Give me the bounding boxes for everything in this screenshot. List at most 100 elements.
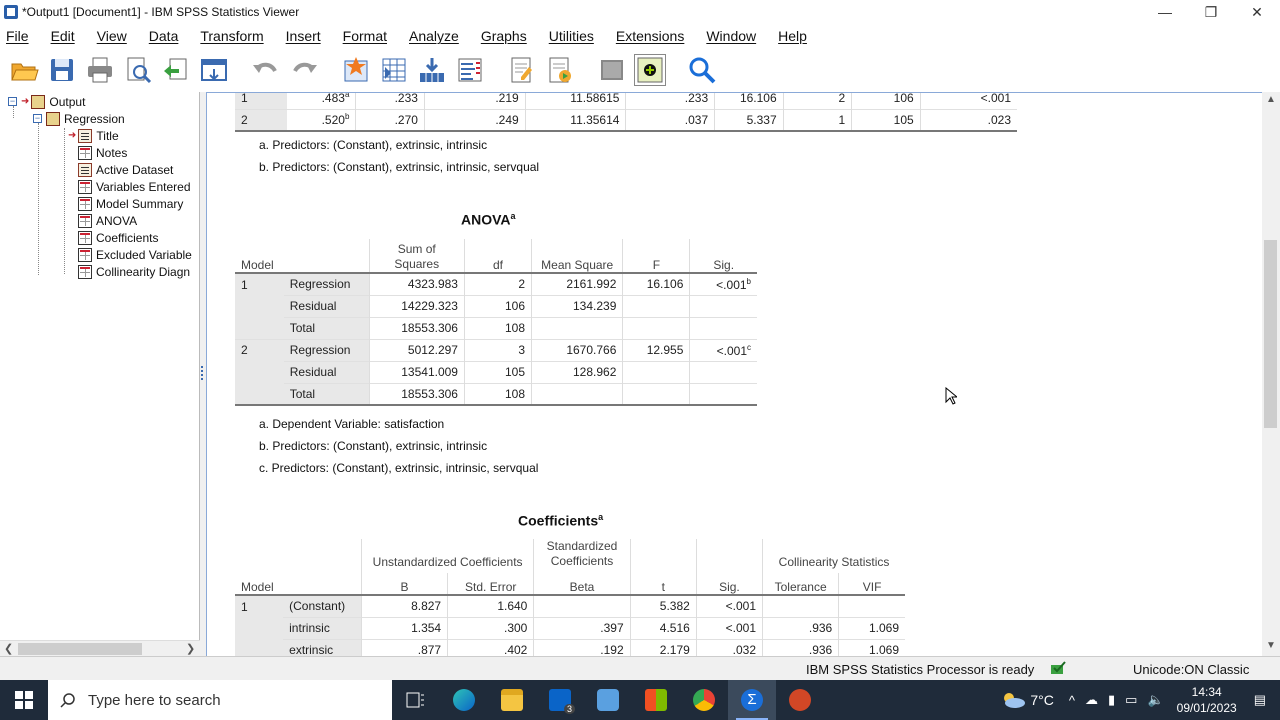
print-preview-icon[interactable] bbox=[122, 54, 154, 86]
collapse-icon[interactable]: − bbox=[33, 114, 42, 123]
source-cell: Regression bbox=[283, 338, 370, 361]
outline-item-label: Coefficients bbox=[96, 230, 159, 245]
undo-icon[interactable] bbox=[250, 54, 282, 86]
spss-taskbar-icon[interactable]: Σ bbox=[728, 680, 776, 720]
start-button[interactable] bbox=[0, 680, 48, 720]
snipping-tool-icon[interactable] bbox=[584, 680, 632, 720]
goto-data-icon[interactable] bbox=[340, 54, 372, 86]
outline-item-output[interactable]: − ➜ Output bbox=[8, 93, 85, 110]
menu-extensions[interactable]: Extensions bbox=[616, 28, 692, 44]
export-icon[interactable] bbox=[160, 54, 192, 86]
header-source bbox=[284, 239, 369, 273]
menu-insert[interactable]: Insert bbox=[286, 28, 329, 44]
menu-transform[interactable]: Transform bbox=[200, 28, 271, 44]
save-icon[interactable] bbox=[46, 54, 78, 86]
scroll-left-arrow-icon[interactable]: ❮ bbox=[4, 642, 13, 655]
outline-item-coefficients[interactable]: Coefficients bbox=[78, 229, 158, 246]
menu-view[interactable]: View bbox=[97, 28, 135, 44]
table-row: Total 18553.306 108 bbox=[235, 316, 757, 339]
outline-item-variables-entered[interactable]: Variables Entered bbox=[78, 178, 191, 195]
taskbar-clock[interactable]: 14:34 09/01/2023 bbox=[1177, 684, 1237, 716]
variables-icon[interactable] bbox=[454, 54, 486, 86]
goto-case-icon[interactable] bbox=[378, 54, 410, 86]
table-row: Residual 14229.323 106 134.239 bbox=[235, 294, 757, 317]
ss-cell: 13541.009 bbox=[368, 360, 465, 383]
mail-icon[interactable]: 3 bbox=[536, 680, 584, 720]
outline-horizontal-scrollbar[interactable]: ❮ ❯ bbox=[0, 640, 200, 656]
edge-browser-icon[interactable] bbox=[440, 680, 488, 720]
menu-format[interactable]: Format bbox=[343, 28, 395, 44]
microsoft-store-icon[interactable] bbox=[632, 680, 680, 720]
header-model: Model bbox=[241, 258, 274, 272]
scrollbar-thumb[interactable] bbox=[18, 643, 142, 655]
menu-data[interactable]: Data bbox=[149, 28, 187, 44]
weather-temperature[interactable]: 7°C bbox=[1030, 692, 1054, 708]
new-output-icon[interactable] bbox=[634, 54, 666, 86]
term-cell: intrinsic bbox=[283, 616, 362, 639]
menu-edit[interactable]: Edit bbox=[51, 28, 83, 44]
r-square-cell: .270 bbox=[355, 108, 425, 131]
adj-r-square-cell: .249 bbox=[423, 108, 526, 131]
anova-title-text: ANOVA bbox=[461, 211, 511, 228]
search-icon[interactable] bbox=[686, 54, 718, 86]
weather-cloud-icon[interactable] bbox=[1000, 691, 1026, 709]
ms-cell: 2161.992 bbox=[530, 273, 623, 295]
coefficients-title: Coefficientsa bbox=[518, 512, 603, 529]
scroll-down-arrow-icon[interactable]: ▼ bbox=[1266, 640, 1276, 651]
ms-cell: 128.962 bbox=[530, 360, 623, 383]
excluded-variables-table-icon bbox=[78, 247, 92, 262]
designate-window-icon[interactable] bbox=[544, 54, 576, 86]
restore-button[interactable]: ❐ bbox=[1188, 0, 1234, 24]
splitter-grip-icon[interactable] bbox=[201, 366, 204, 380]
outline-item-excluded-variables[interactable]: Excluded Variable bbox=[78, 246, 192, 263]
outline-item-title[interactable]: ➜ Title bbox=[68, 127, 119, 144]
header-standardized: Standardized Coefficients bbox=[533, 539, 631, 573]
menu-help[interactable]: Help bbox=[778, 28, 815, 44]
sig-cell bbox=[689, 360, 757, 383]
outline-item-anova[interactable]: ANOVA bbox=[78, 212, 137, 229]
minimize-button[interactable]: — bbox=[1142, 0, 1188, 24]
show-hidden-icons-icon[interactable]: ^ bbox=[1069, 693, 1075, 708]
file-explorer-icon[interactable] bbox=[488, 680, 536, 720]
insert-output-icon[interactable] bbox=[506, 54, 538, 86]
open-icon[interactable] bbox=[8, 54, 40, 86]
menu-analyze[interactable]: Analyze bbox=[409, 28, 467, 44]
sig-cell: <.001 bbox=[695, 595, 763, 617]
notifications-icon[interactable]: ▤ bbox=[1254, 692, 1266, 708]
task-view-icon[interactable] bbox=[392, 680, 440, 720]
redo-icon[interactable] bbox=[288, 54, 320, 86]
print-icon[interactable] bbox=[84, 54, 116, 86]
menu-window[interactable]: Window bbox=[706, 28, 764, 44]
r-square-cell: .233 bbox=[355, 93, 425, 109]
content-vertical-scrollbar[interactable]: ▲ ▼ bbox=[1262, 92, 1280, 656]
menu-file[interactable]: File bbox=[6, 28, 37, 44]
network-icon[interactable]: ▭ bbox=[1125, 692, 1137, 708]
powerpoint-icon[interactable] bbox=[776, 680, 824, 720]
header-ss-line2: Squares bbox=[394, 257, 440, 271]
menu-graphs[interactable]: Graphs bbox=[481, 28, 535, 44]
f-cell: 12.955 bbox=[622, 338, 690, 361]
header-std-line2: Coefficients bbox=[550, 554, 614, 568]
taskbar-search-box[interactable]: Type here to search bbox=[48, 680, 392, 720]
outline-item-regression[interactable]: − Regression bbox=[33, 110, 125, 127]
outline-item-notes[interactable]: Notes bbox=[78, 144, 127, 161]
scrollbar-thumb[interactable] bbox=[1264, 240, 1277, 428]
scroll-right-arrow-icon[interactable]: ❯ bbox=[186, 642, 195, 655]
outline-item-collinearity-diagnostics[interactable]: Collinearity Diagn bbox=[78, 263, 190, 280]
scroll-up-arrow-icon[interactable]: ▲ bbox=[1266, 94, 1276, 105]
recall-dialog-icon[interactable] bbox=[198, 54, 230, 86]
collapse-icon[interactable]: − bbox=[8, 97, 17, 106]
outline-item-active-dataset[interactable]: Active Dataset bbox=[78, 161, 173, 178]
chrome-icon[interactable] bbox=[680, 680, 728, 720]
hide-icon[interactable] bbox=[596, 54, 628, 86]
volume-icon[interactable]: 🔈 bbox=[1147, 692, 1163, 708]
onedrive-cloud-icon[interactable]: ☁ bbox=[1085, 692, 1098, 708]
close-button[interactable]: ✕ bbox=[1234, 0, 1280, 24]
anova-footnote: b. Predictors: (Constant), extrinsic, in… bbox=[259, 439, 488, 453]
menu-utilities[interactable]: Utilities bbox=[549, 28, 602, 44]
se-cell: 1.640 bbox=[447, 595, 534, 617]
f-cell bbox=[622, 382, 690, 405]
outline-item-model-summary[interactable]: Model Summary bbox=[78, 195, 183, 212]
usb-device-icon[interactable]: ▮ bbox=[1108, 692, 1115, 708]
goto-variable-icon[interactable] bbox=[416, 54, 448, 86]
